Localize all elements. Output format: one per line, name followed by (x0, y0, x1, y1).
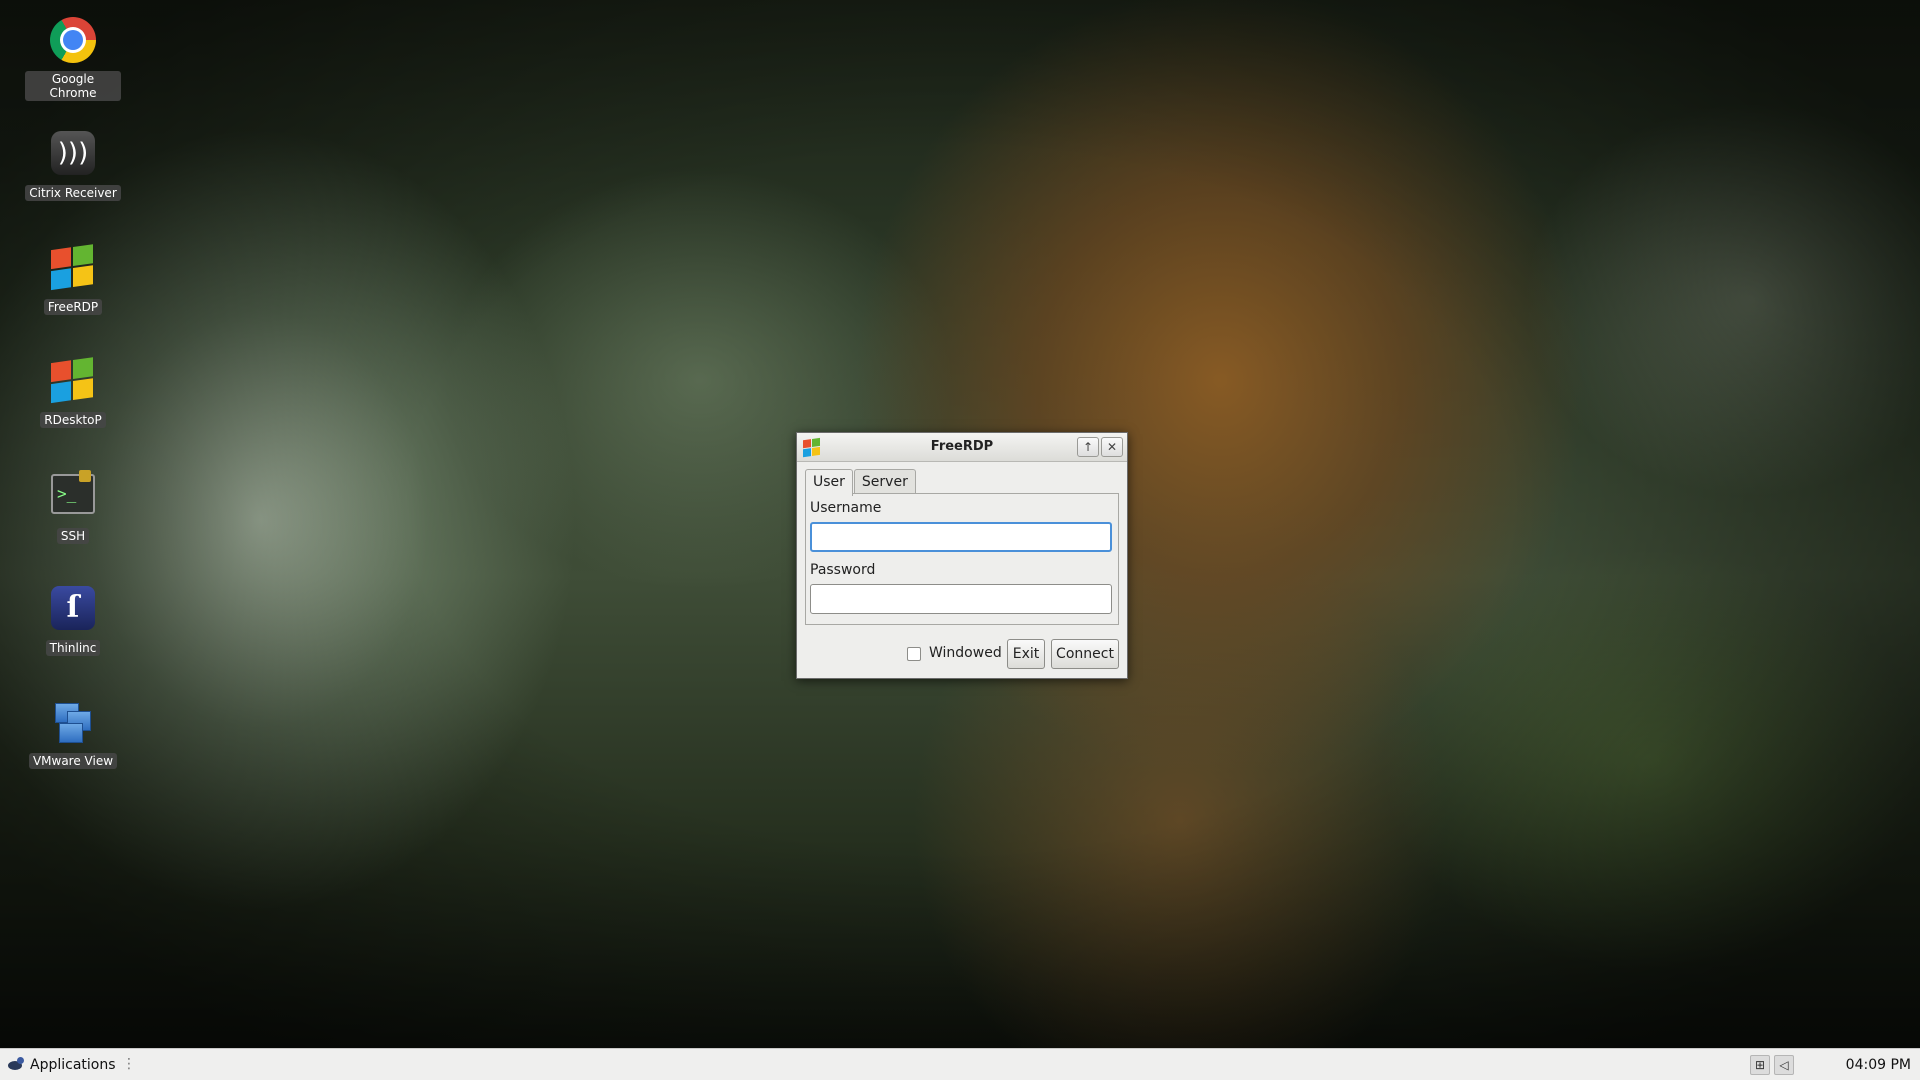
thinlinc-icon: ſ (49, 586, 97, 634)
desktop-icon-label: VMware View (28, 753, 118, 769)
desktop-icon-ssh[interactable]: >_ SSH (25, 470, 121, 544)
volume-icon[interactable]: ◁ (1774, 1055, 1794, 1075)
tab-server[interactable]: Server (853, 469, 916, 494)
dialog-button-row: Windowed Exit Connect (797, 638, 1127, 670)
network-icon[interactable]: ⊞ (1750, 1055, 1770, 1075)
taskbar: Applications ⋮ ⊞ ◁ 04:09 PM (0, 1048, 1920, 1080)
terminal-lock-icon: >_ (49, 470, 97, 522)
desktop-icon-vmware-view[interactable]: VMware View (25, 697, 121, 769)
user-tab-panel: Username Password (805, 493, 1119, 625)
close-button[interactable]: ✕ (1101, 437, 1123, 457)
password-label: Password (810, 562, 876, 578)
desktop-icon-label: Thinlinc (45, 640, 101, 656)
panel-separator: ⋮ (122, 1056, 136, 1072)
tab-user[interactable]: User (805, 469, 853, 496)
desktop-icon-label: Google Chrome (25, 71, 121, 101)
citrix-icon: ))) (49, 131, 97, 179)
desktop-icon-freerdp[interactable]: FreeRDP (25, 243, 121, 315)
desktop-icon-label: FreeRDP (43, 299, 103, 315)
dialog-tabs: User Server (805, 469, 917, 496)
username-label: Username (810, 500, 882, 516)
desktop-icon-rdesktop[interactable]: RDesktoP (25, 356, 121, 428)
dialog-titlebar[interactable]: FreeRDP ↑ ✕ (797, 433, 1127, 462)
desktop-icon-thinlinc[interactable]: ſ Thinlinc (25, 584, 121, 656)
desktop-icon-label: RDesktoP (40, 412, 106, 428)
system-tray: ⊞ ◁ (1750, 1055, 1794, 1075)
password-input[interactable] (810, 584, 1112, 614)
windowed-checkbox[interactable] (907, 647, 921, 661)
applications-label: Applications (30, 1057, 116, 1073)
applications-menu-icon (6, 1057, 26, 1073)
applications-menu-button[interactable]: Applications (6, 1055, 116, 1075)
windowed-label[interactable]: Windowed (929, 645, 1002, 661)
windows-flag-icon (49, 357, 97, 406)
vmware-icon (49, 699, 97, 747)
desktop-icon-label: Citrix Receiver (25, 185, 121, 201)
maximize-button[interactable]: ↑ (1077, 437, 1099, 457)
desktop-icon-google-chrome[interactable]: Google Chrome (25, 16, 121, 101)
connect-button[interactable]: Connect (1051, 639, 1119, 669)
desktop-icon-citrix-receiver[interactable]: ))) Citrix Receiver (25, 129, 121, 201)
freerdp-dialog: FreeRDP ↑ ✕ User Server Username Passwor… (796, 432, 1128, 679)
username-input[interactable] (810, 522, 1112, 552)
exit-button[interactable]: Exit (1007, 639, 1045, 669)
chrome-icon (49, 17, 97, 65)
clock[interactable]: 04:09 PM (1846, 1057, 1911, 1073)
desktop-icon-label: SSH (56, 528, 90, 544)
windows-flag-icon (49, 244, 97, 293)
